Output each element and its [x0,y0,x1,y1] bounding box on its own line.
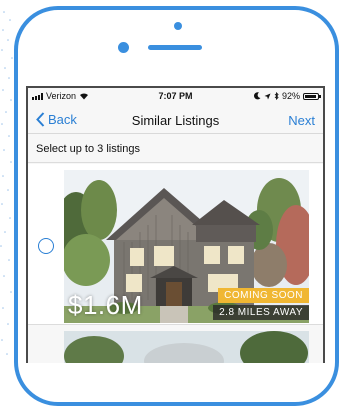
location-arrow-icon [264,93,271,99]
listing-price: $1.6M [68,290,143,320]
battery-icon [303,92,321,100]
status-right: 92% [254,91,321,101]
status-badge: COMING SOON [218,288,309,303]
back-label: Back [48,112,77,127]
listing-select-radio[interactable] [38,238,54,254]
listing-row[interactable]: $1.6M COMING SOON 2.8 MILES AWAY [28,164,323,325]
navigation-bar: Back Similar Listings Next [28,108,323,134]
status-bar: Verizon 7:07 PM 92% [28,88,323,106]
selection-instruction: Select up to 3 listings [28,135,323,163]
proximity-sensor [174,22,182,30]
battery-percent: 92% [281,91,300,101]
earpiece-speaker [148,45,202,50]
bluetooth-icon [274,92,279,100]
front-camera [118,42,129,53]
listing-photo-partial[interactable] [64,331,309,363]
phone-screen: Verizon 7:07 PM 92% Back Similar Listing… [26,86,325,363]
chevron-left-icon [36,112,45,127]
next-listing-image [64,331,309,363]
moon-icon [254,92,261,100]
back-button[interactable]: Back [36,112,77,127]
listing-photo[interactable]: $1.6M COMING SOON 2.8 MILES AWAY [64,170,309,323]
next-button[interactable]: Next [288,113,315,128]
distance-badge: 2.8 MILES AWAY [213,305,309,320]
